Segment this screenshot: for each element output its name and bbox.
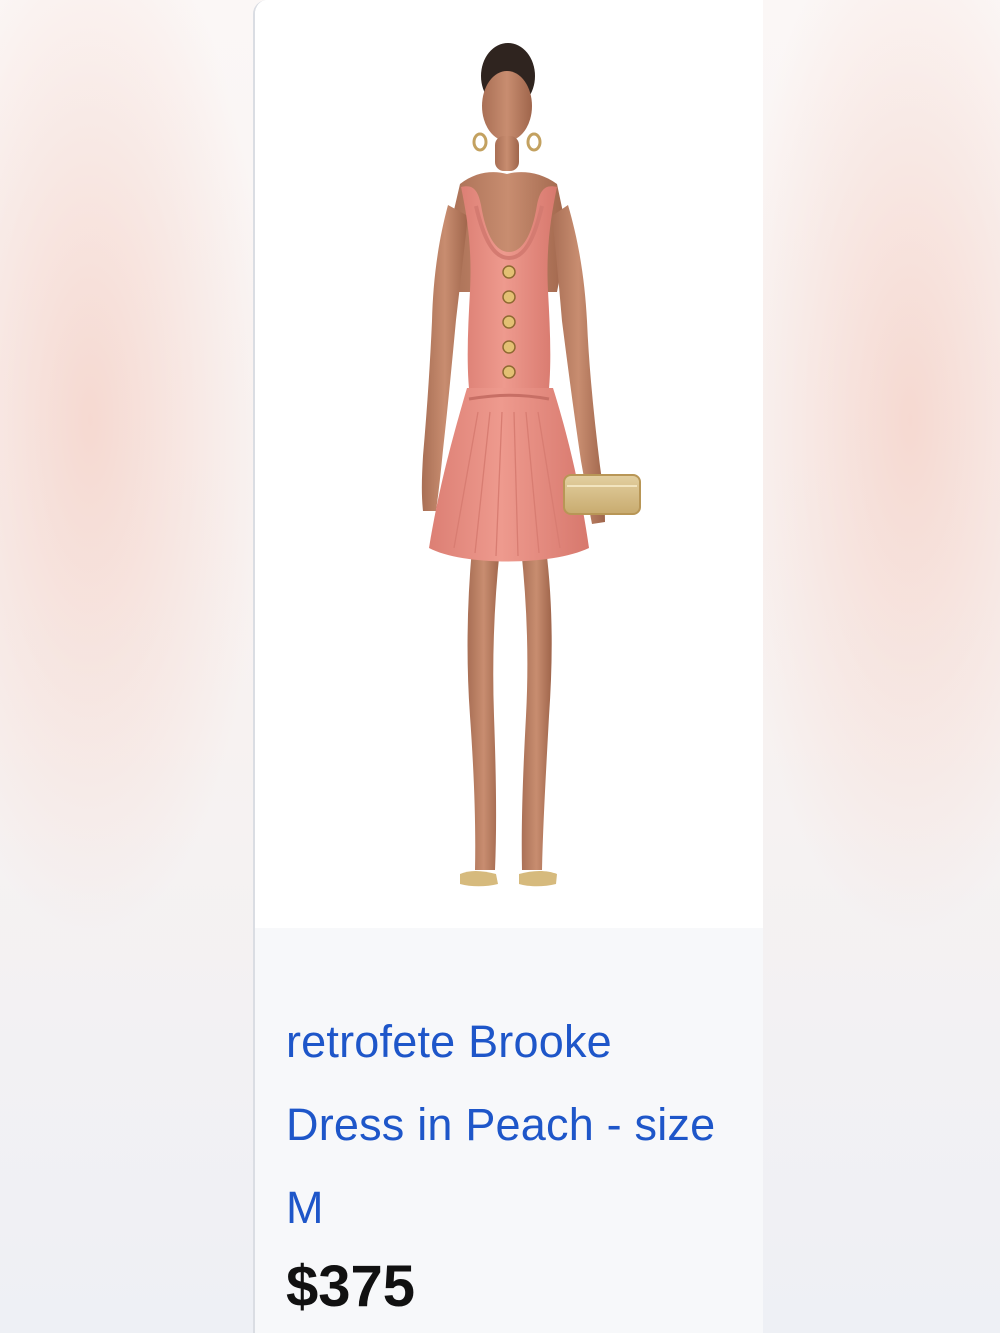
product-card[interactable]: retrofete Brooke Dress in Peach - size M… bbox=[253, 0, 763, 1333]
product-image[interactable] bbox=[255, 0, 763, 928]
product-price: $375 bbox=[286, 1254, 416, 1319]
dress-photo-illustration bbox=[421, 43, 641, 887]
product-info: retrofete Brooke Dress in Peach - size M… bbox=[255, 928, 763, 1333]
product-title-link[interactable]: retrofete Brooke Dress in Peach - size M bbox=[286, 1000, 726, 1249]
